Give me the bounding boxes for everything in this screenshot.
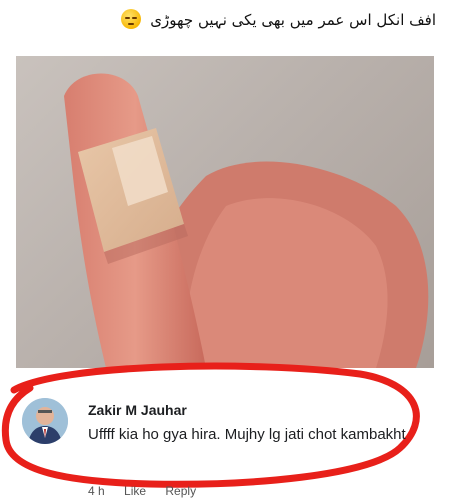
reply-button[interactable]: Reply <box>165 484 196 498</box>
comment-author[interactable]: Zakir M Jauhar <box>88 402 187 418</box>
comment-actions: 4 h Like Reply <box>88 484 212 498</box>
comment-text: Uffff kia ho gya hira. Mujhy lg jati cho… <box>88 426 406 443</box>
post-photo[interactable] <box>16 56 434 368</box>
like-button[interactable]: Like <box>124 484 146 498</box>
bandaged-finger-illustration <box>64 73 429 368</box>
comment-time: 4 h <box>88 484 105 498</box>
avatar[interactable] <box>22 398 68 444</box>
post-caption: افف انکل اس عمر میں بھی یکی نہیں چھوڑی <box>10 8 436 32</box>
person-avatar-icon <box>22 398 68 444</box>
caption-text: افف انکل اس عمر میں بھی یکی نہیں چھوڑی <box>150 11 436 29</box>
unamused-face-icon <box>121 9 142 29</box>
